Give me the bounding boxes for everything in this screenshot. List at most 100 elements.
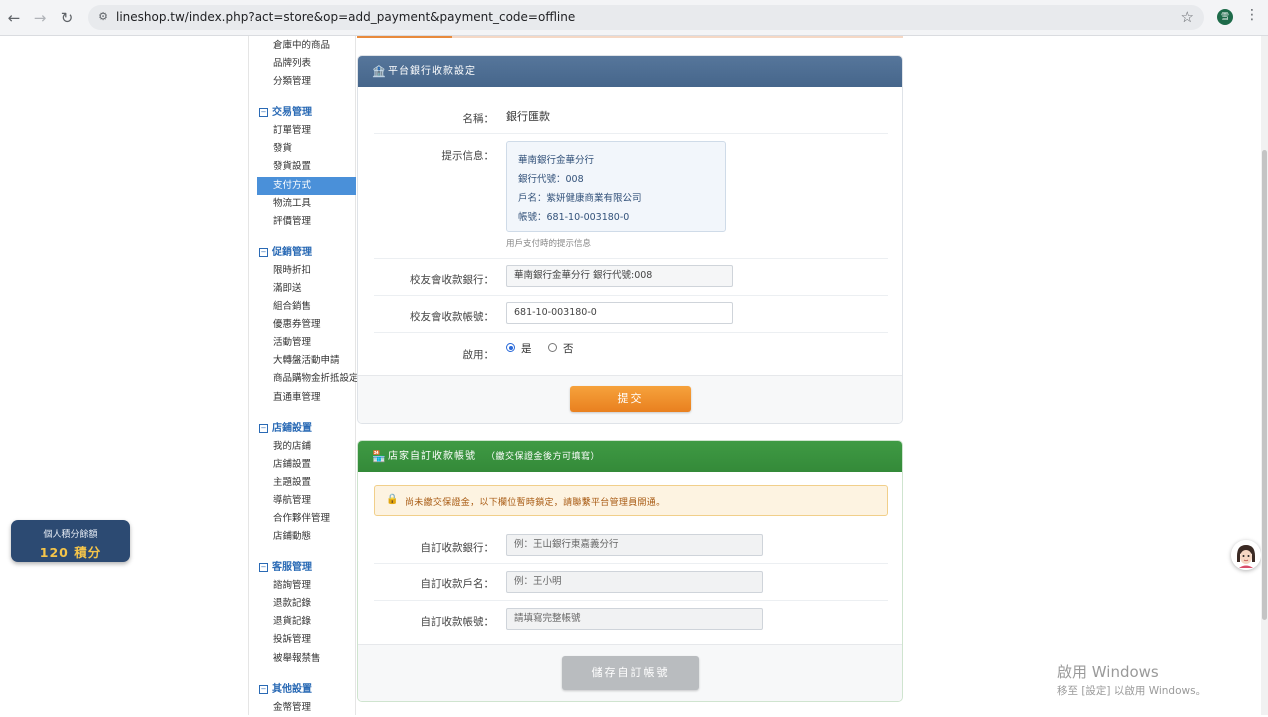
browser-toolbar: ← → ↻ ⚙ lineshop.tw/index.php?act=store&… bbox=[0, 0, 1268, 36]
tip-hint: 用戶支付時的提示信息 bbox=[506, 239, 592, 249]
custom-bank-label: 自訂收款銀行： bbox=[420, 542, 495, 554]
panel-note: （繳交保證金後方可填寫） bbox=[486, 452, 601, 462]
account-input[interactable]: 681-10-003180-0 bbox=[506, 302, 733, 324]
panel-header: 🏪 店家自訂收款帳號 （繳交保證金後方可填寫） bbox=[358, 441, 902, 472]
lock-icon: 🔒 bbox=[386, 494, 399, 505]
sidebar-item[interactable]: 商品購物金折抵設定 bbox=[273, 370, 359, 388]
forward-arrow-icon[interactable]: → bbox=[30, 8, 50, 28]
panel-footer: 儲存自訂帳號 bbox=[358, 644, 902, 701]
submit-button[interactable]: 提交 bbox=[570, 386, 691, 412]
custom-holder-label: 自訂收款戶名： bbox=[420, 578, 495, 590]
enable-label: 啟用： bbox=[462, 349, 495, 361]
url-text[interactable]: lineshop.tw/index.php?act=store&op=add_p… bbox=[116, 10, 575, 24]
sidebar-group-promo[interactable]: − 促銷管理 bbox=[259, 244, 312, 262]
collapse-icon: − bbox=[259, 248, 268, 257]
avatar-face-icon bbox=[1231, 540, 1261, 570]
sidebar-group-trade[interactable]: − 交易管理 bbox=[259, 104, 312, 122]
sidebar-item[interactable]: 物流工具 bbox=[273, 195, 311, 213]
name-label: 名稱： bbox=[462, 113, 495, 125]
tip-line: 銀行代號：008 bbox=[518, 174, 584, 185]
enable-row: 啟用： 是 否 bbox=[374, 332, 888, 375]
page-scrollbar[interactable] bbox=[1261, 36, 1268, 715]
sidebar-item[interactable]: 合作夥伴管理 bbox=[273, 510, 330, 528]
sidebar-group-store[interactable]: − 店鋪設置 bbox=[259, 420, 312, 438]
collapse-icon: − bbox=[259, 685, 268, 694]
sidebar-item[interactable]: 滿即送 bbox=[273, 280, 302, 298]
custom-account-label: 自訂收款帳號： bbox=[420, 616, 495, 628]
sidebar-item[interactable]: 分類管理 bbox=[273, 73, 311, 91]
enable-radio-group: 是 否 bbox=[506, 342, 596, 356]
sidebar-item[interactable]: 店鋪設置 bbox=[273, 456, 311, 474]
scrollbar-thumb[interactable] bbox=[1262, 150, 1267, 620]
sidebar-item[interactable]: 發貨 bbox=[273, 140, 292, 158]
collapse-icon: − bbox=[259, 424, 268, 433]
profile-avatar[interactable]: 雪 bbox=[1217, 9, 1233, 25]
tip-info-box: 華南銀行金華分行 銀行代號：008 戶名：紫妍健康商業有限公司 帳號：681-1… bbox=[506, 141, 726, 232]
reload-icon[interactable]: ↻ bbox=[57, 8, 77, 28]
collapse-icon: − bbox=[259, 108, 268, 117]
sidebar-item[interactable]: 品牌列表 bbox=[273, 55, 311, 73]
sidebar-item[interactable]: 主題設置 bbox=[273, 474, 311, 492]
enable-no-label[interactable]: 否 bbox=[563, 341, 574, 356]
tip-label: 提示信息： bbox=[441, 150, 495, 162]
points-label: 個人積分餘額 bbox=[43, 530, 98, 540]
sidebar-item[interactable]: 直通車管理 bbox=[273, 389, 321, 407]
windows-activation-watermark: 啟用 Windows 移至 [設定] 以啟用 Windows。 bbox=[1057, 663, 1207, 697]
custom-account-panel: 🏪 店家自訂收款帳號 （繳交保證金後方可填寫） 🔒 尚未繳交保證金，以下欄位暫時鎖… bbox=[357, 440, 903, 702]
panel-header: 🏦 平台銀行收款設定 bbox=[358, 56, 902, 87]
support-chat-avatar[interactable] bbox=[1231, 540, 1261, 570]
account-label: 校友會收款帳號： bbox=[410, 311, 494, 323]
enable-no-radio[interactable] bbox=[548, 343, 557, 352]
sidebar-item[interactable]: 發貨設置 bbox=[273, 158, 311, 176]
bank-icon: 🏦 bbox=[372, 65, 387, 78]
collapse-icon: − bbox=[259, 563, 268, 572]
bank-input[interactable]: 華南銀行金華分行 銀行代號:008 bbox=[506, 265, 733, 287]
sidebar-item[interactable]: 倉庫中的商品 bbox=[273, 37, 330, 55]
name-value: 銀行匯款 bbox=[506, 110, 550, 123]
sidebar-item[interactable]: 諮詢管理 bbox=[273, 577, 311, 595]
sidebar-item-payment-active[interactable]: 支付方式 bbox=[257, 177, 356, 195]
custom-account-input[interactable]: 請填寫完整帳號 bbox=[506, 608, 763, 630]
sidebar-item[interactable]: 退貨記錄 bbox=[273, 613, 311, 631]
address-bar[interactable]: ⚙ lineshop.tw/index.php?act=store&op=add… bbox=[88, 5, 1204, 30]
points-balance-badge[interactable]: 個人積分餘額 120 積分 bbox=[11, 520, 130, 562]
enable-yes-radio[interactable] bbox=[506, 343, 515, 352]
sidebar-item[interactable]: 限時折扣 bbox=[273, 262, 311, 280]
sidebar-item[interactable]: 大轉盤活動申請 bbox=[273, 352, 340, 370]
panel-title: 店家自訂收款帳號 bbox=[388, 451, 476, 462]
sidebar-item[interactable]: 導航管理 bbox=[273, 492, 311, 510]
sidebar-item[interactable]: 活動管理 bbox=[273, 334, 311, 352]
locked-warning: 🔒 尚未繳交保證金，以下欄位暫時鎖定，請聯繫平台管理員開通。 bbox=[374, 485, 888, 516]
sidebar-item[interactable]: 投訴管理 bbox=[273, 631, 311, 649]
sidebar-item[interactable]: 評價管理 bbox=[273, 213, 311, 231]
sidebar-item[interactable]: 店鋪動態 bbox=[273, 528, 311, 546]
bookmark-star-icon[interactable]: ☆ bbox=[1181, 8, 1194, 26]
warning-text: 尚未繳交保證金，以下欄位暫時鎖定，請聯繫平台管理員開通。 bbox=[405, 498, 666, 508]
sidebar-group-other[interactable]: − 其他設置 bbox=[259, 681, 312, 699]
sidebar-item[interactable]: 我的店鋪 bbox=[273, 438, 311, 456]
seller-sidebar: 倉庫中的商品 品牌列表 分類管理 − 交易管理 訂單管理 發貨 發貨設置 支付方式… bbox=[248, 36, 359, 717]
points-value: 120 積分 bbox=[39, 545, 102, 560]
platform-bank-panel: 🏦 平台銀行收款設定 名稱： 銀行匯款 提示信息： 華南銀行金華分行 銀行代號：… bbox=[357, 55, 903, 424]
custom-bank-input[interactable]: 例：王山銀行東嘉義分行 bbox=[506, 534, 763, 556]
sidebar-item[interactable]: 優惠券管理 bbox=[273, 316, 321, 334]
sidebar-item[interactable]: 訂單管理 bbox=[273, 122, 311, 140]
bank-label: 校友會收款銀行： bbox=[410, 274, 494, 286]
tip-line: 帳號：681-10-003180-0 bbox=[518, 212, 630, 223]
store-icon: 🏪 bbox=[372, 450, 387, 463]
sidebar-item[interactable]: 組合銷售 bbox=[273, 298, 311, 316]
custom-holder-input[interactable]: 例：王小明 bbox=[506, 571, 763, 593]
tab-underline bbox=[357, 36, 903, 38]
tip-line: 華南銀行金華分行 bbox=[518, 155, 595, 166]
sidebar-item[interactable]: 退款記錄 bbox=[273, 595, 311, 613]
back-arrow-icon[interactable]: ← bbox=[4, 8, 24, 28]
site-settings-icon[interactable]: ⚙ bbox=[96, 10, 110, 24]
enable-yes-label[interactable]: 是 bbox=[521, 341, 532, 356]
browser-menu-icon[interactable]: ⋮ bbox=[1245, 7, 1259, 23]
save-custom-account-button[interactable]: 儲存自訂帳號 bbox=[562, 656, 699, 690]
sidebar-group-service[interactable]: − 客服管理 bbox=[259, 559, 312, 577]
panel-footer: 提交 bbox=[358, 375, 902, 423]
sidebar-item[interactable]: 金幣管理 bbox=[273, 699, 311, 717]
panel-title: 平台銀行收款設定 bbox=[388, 66, 476, 77]
sidebar-item[interactable]: 被舉報禁售 bbox=[273, 650, 321, 668]
